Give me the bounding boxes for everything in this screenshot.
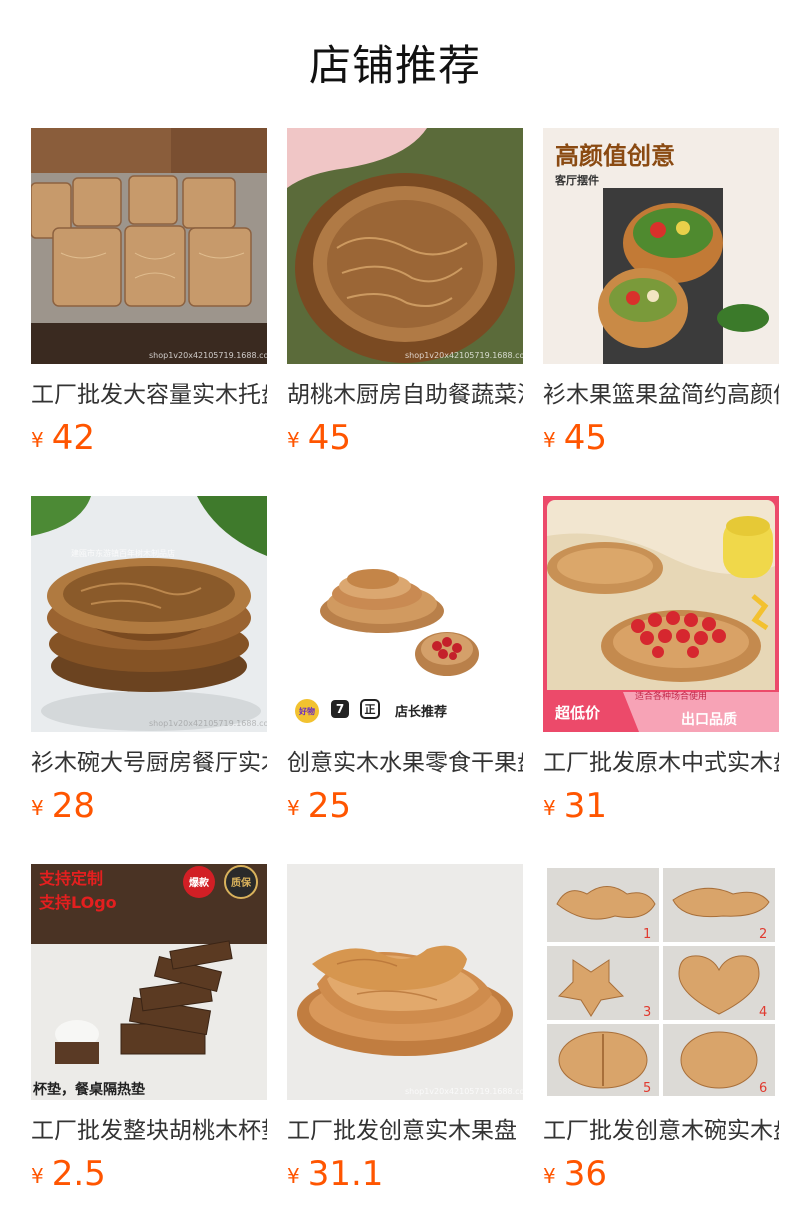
page-title: 店铺推荐 — [308, 41, 481, 90]
product-name[interactable]: 工厂批发原木中式实木盘 — [543, 746, 779, 780]
tag-hot: 爆款 — [189, 876, 210, 889]
overlay-logo: 支持LOgo — [38, 893, 117, 912]
product-name[interactable]: 胡桃木厨房自助餐蔬菜沙拉盘 — [287, 378, 523, 412]
product-card[interactable]: 高颜值创意 客厅摆件 衫木果篮果盆简约高颜值 ¥45 — [543, 128, 779, 468]
image-watermark: shop1v20x42105719.1688.com — [149, 719, 267, 728]
currency-symbol: ¥ — [31, 1164, 44, 1188]
badge-genuine: 正 — [365, 703, 376, 716]
banner-occasion: 适合各种场合使用 — [635, 690, 707, 702]
product-grid: shop1v20x42105719.1688.com 工厂批发大容量实木托盘 ¥… — [31, 128, 790, 1232]
product-card[interactable]: shop1v20x42105719.1688.com 胡桃木厨房自助餐蔬菜沙拉盘… — [287, 128, 523, 468]
price-value: 42 — [51, 418, 95, 458]
product-name[interactable]: 衫木果篮果盆简约高颜值 — [543, 378, 779, 412]
product-image[interactable]: 支持定制 支持LOgo 爆款 质保 杯垫，餐桌隔热垫 — [31, 864, 267, 1100]
price-value: 31 — [563, 786, 607, 826]
product-card[interactable]: 超低价 适合各种场合使用 出口品质 工厂批发原木中式实木盘 ¥31 — [543, 496, 779, 836]
variant-number: 5 — [643, 1081, 651, 1096]
price-value: 31.1 — [307, 1154, 384, 1194]
badge-shop-recommend: 店长推荐 — [395, 704, 447, 720]
product-name[interactable]: 工厂批发整块胡桃木杯垫 — [31, 1114, 267, 1148]
product-card[interactable]: 支持定制 支持LOgo 爆款 质保 杯垫，餐桌隔热垫 工厂批发整块胡桃木杯垫 ¥… — [31, 864, 267, 1204]
price-value: 28 — [51, 786, 95, 826]
product-price: ¥45 — [287, 416, 351, 460]
product-card[interactable]: 1 2 3 4 5 6 工厂批发创意木碗实木盘 ¥36 — [543, 864, 779, 1204]
product-name[interactable]: 工厂批发创意木碗实木盘 — [543, 1114, 779, 1148]
currency-symbol: ¥ — [543, 1164, 556, 1188]
currency-symbol: ¥ — [287, 428, 300, 452]
currency-symbol: ¥ — [287, 796, 300, 820]
product-image[interactable]: 好物 7 正 店长推荐 — [287, 496, 523, 732]
variant-number: 2 — [759, 927, 767, 942]
currency-symbol: ¥ — [543, 428, 556, 452]
product-price: ¥31 — [543, 784, 607, 828]
tag-warranty: 质保 — [231, 876, 252, 889]
badge-good-item: 好物 — [298, 706, 315, 716]
price-value: 45 — [563, 418, 607, 458]
product-name[interactable]: 衫木碗大号厨房餐厅实木碗 — [31, 746, 267, 780]
currency-symbol: ¥ — [543, 796, 556, 820]
product-price: ¥36 — [543, 1152, 607, 1196]
price-value: 25 — [307, 786, 351, 826]
product-image[interactable]: shop1v20x42105719.1688.com — [287, 128, 523, 364]
product-price: ¥2.5 — [31, 1152, 106, 1196]
product-card[interactable]: shop1v20x42105719.1688.com 工厂批发大容量实木托盘 ¥… — [31, 128, 267, 468]
product-image[interactable]: 建瓯市东游镇百年树木制品店 shop1v20x42105719.1688.com — [31, 496, 267, 732]
currency-symbol: ¥ — [287, 1164, 300, 1188]
price-value: 2.5 — [51, 1154, 106, 1194]
image-watermark: shop1v20x42105719.1688.com — [149, 351, 267, 360]
overlay-subtitle: 客厅摆件 — [554, 173, 599, 187]
image-watermark: shop1v20x42105719.1688.com — [405, 351, 523, 360]
product-image[interactable]: shop1v20x42105719.1688.com — [31, 128, 267, 364]
badge-seven-day: 7 — [336, 702, 344, 716]
shop-watermark: 建瓯市东游镇百年树木制品店 — [71, 548, 175, 558]
banner-export-quality: 出口品质 — [681, 711, 737, 728]
product-image[interactable]: shop1v20x42105719.1688.com — [287, 864, 523, 1100]
variant-number: 1 — [643, 927, 651, 942]
image-caption: 杯垫，餐桌隔热垫 — [33, 1081, 145, 1098]
product-card[interactable]: 好物 7 正 店长推荐 创意实木水果零食干果盘 ¥25 — [287, 496, 523, 836]
price-value: 45 — [307, 418, 351, 458]
product-card[interactable]: 建瓯市东游镇百年树木制品店 shop1v20x42105719.1688.com… — [31, 496, 267, 836]
product-price: ¥31.1 — [287, 1152, 383, 1196]
product-price: ¥25 — [287, 784, 351, 828]
variant-number: 6 — [759, 1081, 767, 1096]
banner-low-price: 超低价 — [554, 704, 601, 722]
variant-number: 4 — [759, 1005, 767, 1020]
product-image[interactable]: 高颜值创意 客厅摆件 — [543, 128, 779, 364]
product-card[interactable]: shop1v20x42105719.1688.com 工厂批发创意实木果盘 ¥3… — [287, 864, 523, 1204]
product-price: ¥28 — [31, 784, 95, 828]
product-name[interactable]: 创意实木水果零食干果盘 — [287, 746, 523, 780]
variant-number: 3 — [643, 1005, 651, 1020]
currency-symbol: ¥ — [31, 428, 44, 452]
product-image[interactable]: 超低价 适合各种场合使用 出口品质 — [543, 496, 779, 732]
price-value: 36 — [563, 1154, 607, 1194]
product-price: ¥45 — [543, 416, 607, 460]
overlay-custom: 支持定制 — [38, 869, 103, 888]
overlay-title: 高颜值创意 — [555, 142, 675, 170]
product-price: ¥42 — [31, 416, 95, 460]
currency-symbol: ¥ — [31, 796, 44, 820]
product-name[interactable]: 工厂批发创意实木果盘 — [287, 1114, 523, 1148]
product-name[interactable]: 工厂批发大容量实木托盘 — [31, 378, 267, 412]
product-image[interactable]: 1 2 3 4 5 6 — [543, 864, 779, 1100]
image-watermark: shop1v20x42105719.1688.com — [405, 1087, 523, 1096]
